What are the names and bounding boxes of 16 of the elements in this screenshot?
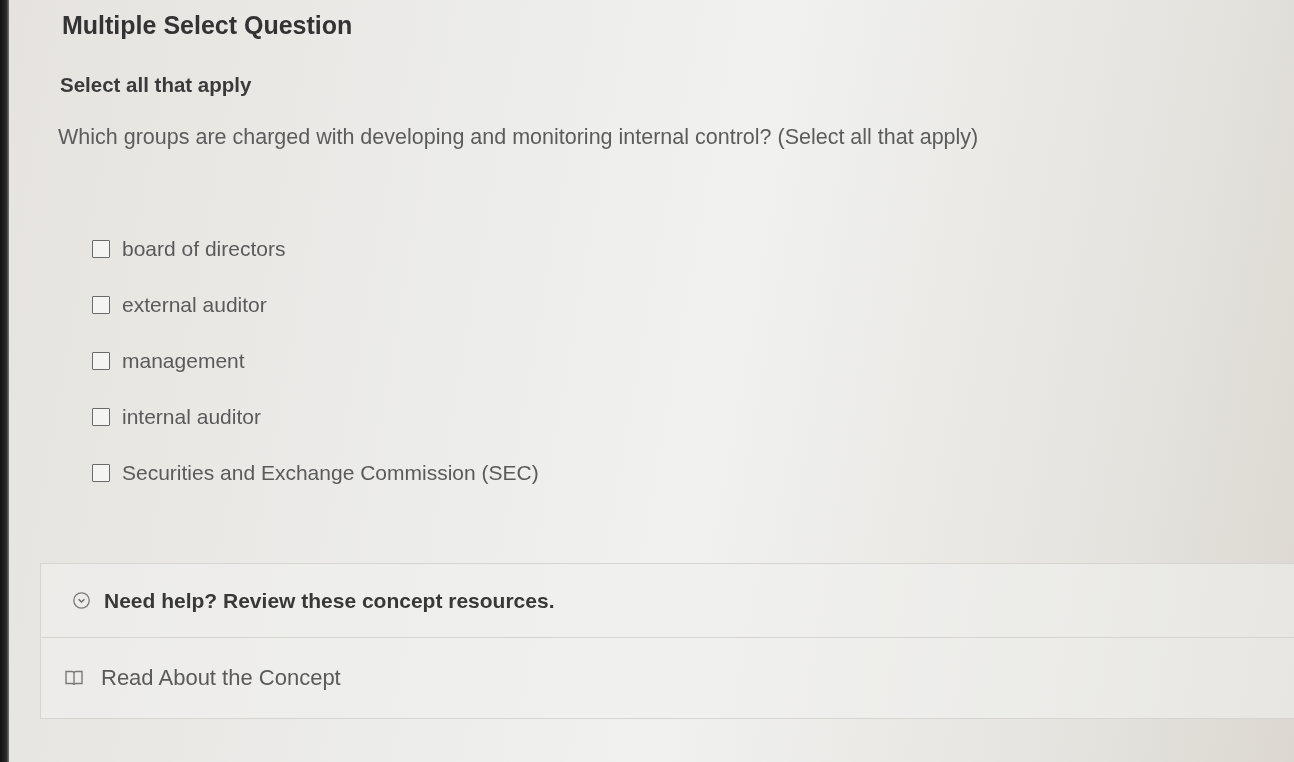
option-label: management bbox=[122, 349, 245, 373]
option-label: internal auditor bbox=[122, 405, 261, 429]
checkbox[interactable] bbox=[92, 352, 110, 370]
checkbox[interactable] bbox=[92, 408, 110, 426]
option-label: external auditor bbox=[122, 293, 267, 317]
question-type-title: Multiple Select Question bbox=[62, 10, 354, 40]
option-label: Securities and Exchange Commission (SEC) bbox=[122, 461, 539, 485]
checkbox[interactable] bbox=[92, 296, 110, 314]
help-toggle[interactable]: Need help? Review these concept resources. bbox=[41, 564, 1294, 637]
question-prompt: Which groups are charged with developing and monitoring internal control? (Select all that apply) bbox=[58, 124, 980, 150]
option-label: board of directors bbox=[122, 237, 286, 261]
book-icon bbox=[65, 670, 83, 686]
instruction-text: Select all that apply bbox=[60, 73, 253, 97]
checkbox[interactable] bbox=[92, 464, 110, 482]
checkbox[interactable] bbox=[92, 240, 110, 258]
resource-link[interactable]: Read About the Concept bbox=[65, 665, 341, 691]
